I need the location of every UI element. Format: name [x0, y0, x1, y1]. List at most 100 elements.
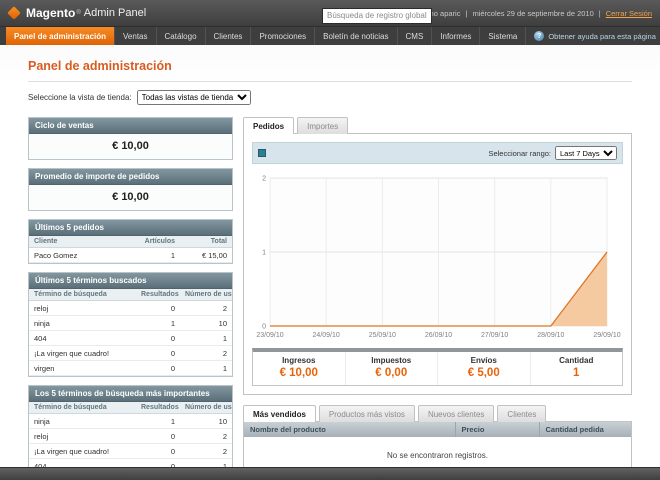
column-header: Artículos	[136, 236, 180, 248]
nav-item[interactable]: Clientes	[206, 27, 252, 45]
tab-label: Nuevos clientes	[427, 410, 485, 419]
nav-item-label: Panel de administración	[14, 31, 107, 41]
table-row[interactable]: Paco Gomez 1 € 15,00	[29, 247, 232, 263]
average-orders-value: € 10,00	[29, 185, 232, 210]
svg-text:29/09/10: 29/09/10	[593, 332, 620, 339]
panel-title: Promedio de importe de pedidos	[29, 169, 232, 185]
column-header: Total	[180, 236, 232, 248]
column-header: Resultados	[136, 289, 180, 301]
range-select[interactable]: Last 7 Days	[555, 146, 617, 160]
header-bar: Magento ® Admin Panel Accedió como apari…	[0, 0, 660, 27]
svg-text:25/09/10: 25/09/10	[369, 332, 396, 339]
stat-value: € 5,00	[467, 367, 500, 379]
stat-label: Impuestos	[371, 356, 412, 365]
dashboard-left-column: Ciclo de ventas € 10,00 Promedio de impo…	[28, 117, 233, 467]
average-orders-panel: Promedio de importe de pedidos € 10,00	[28, 168, 233, 211]
nav-item[interactable]: Ventas	[115, 27, 157, 45]
page-content: Panel de administración Seleccione la vi…	[0, 45, 660, 467]
table-header-row: Nombre del producto Precio Cantidad pedi…	[244, 422, 631, 437]
nav-item-label: CMS	[405, 31, 424, 41]
footer-bar	[0, 467, 660, 480]
nav-item[interactable]: Panel de administración	[6, 27, 116, 45]
nav-item[interactable]: Catálogo	[157, 27, 206, 45]
column-header: Número de usos	[180, 289, 232, 301]
svg-text:1: 1	[262, 250, 266, 257]
stat-value: 1	[573, 367, 580, 379]
store-view-label: Seleccione la vista de tienda:	[28, 93, 132, 102]
tab[interactable]: Pedidos	[243, 117, 295, 134]
nav-item[interactable]: Boletín de noticias	[315, 27, 398, 45]
chart-panel: Seleccionar rango: Last 7 Days 23/09/10 2…	[243, 133, 632, 395]
magento-admin-page: Magento ® Admin Panel Accedió como apari…	[0, 0, 660, 480]
logo-text: Magento	[26, 6, 76, 20]
tab[interactable]: Importes	[297, 117, 349, 134]
range-label: Seleccionar rango:	[488, 148, 551, 158]
tab[interactable]: Nuevos clientes	[417, 405, 495, 422]
last-orders-panel: Últimos 5 pedidos Cliente Artículos Tota…	[28, 219, 233, 264]
main-nav: Panel de administración Ventas Catálogo …	[0, 27, 660, 45]
column-header: Número de usos	[180, 402, 232, 414]
table-row[interactable]: reloj 0 2	[29, 300, 232, 316]
help-link-label: Obtener ayuda para esta página	[548, 31, 656, 41]
table-row[interactable]: 404 0 1	[29, 458, 232, 467]
stat-value: € 10,00	[279, 367, 318, 379]
stat-value: € 0,00	[375, 367, 408, 379]
svg-text:0: 0	[262, 324, 266, 331]
nav-item[interactable]: CMS	[398, 27, 433, 45]
nav-item[interactable]: Promociones	[251, 27, 316, 45]
svg-text:27/09/10: 27/09/10	[481, 332, 508, 339]
table-header-row: Término de búsqueda Resultados Número de…	[29, 289, 232, 301]
global-search	[322, 5, 432, 24]
column-header[interactable]: Precio	[455, 422, 540, 437]
store-view-select[interactable]: Todas las vistas de tienda	[136, 90, 251, 105]
table-header-row: Cliente Artículos Total	[29, 236, 232, 248]
tab[interactable]: Productos más vistos	[318, 405, 415, 422]
totals-bar: Ingresos € 10,00 Impuestos € 0,00 Envíos	[252, 348, 623, 386]
stat-block: Envíos € 5,00	[437, 352, 530, 385]
store-view-switcher: Seleccione la vista de tienda: Todas las…	[28, 90, 632, 105]
page-help-link[interactable]: ? Obtener ayuda para esta página	[526, 27, 660, 45]
chart-tabs: Pedidos Importes	[243, 117, 632, 134]
header-date-text: miércoles 29 de septiembre de 2010	[472, 8, 594, 18]
column-header: Término de búsqueda	[29, 289, 136, 301]
stat-block: Ingresos € 10,00	[253, 352, 345, 385]
global-search-input[interactable]	[322, 7, 432, 24]
column-header: Resultados	[136, 402, 180, 414]
empty-grid-message: No se encontraron registros.	[387, 451, 488, 460]
table-row[interactable]: 404 0 1	[29, 330, 232, 346]
grid-tabs: Más vendidos Productos más vistos Nuevos…	[243, 405, 632, 422]
svg-text:23/09/10: 23/09/10	[256, 332, 283, 339]
top-search-terms-table: Término de búsqueda Resultados Número de…	[29, 402, 232, 467]
stat-block: Impuestos € 0,00	[344, 352, 438, 385]
table-row[interactable]: ¡La virgen que cuadro! 0 2	[29, 443, 232, 459]
dashboard-right-column: Pedidos Importes Seleccionar rango: Last…	[243, 117, 632, 467]
tab-label: Importes	[307, 122, 339, 131]
column-header[interactable]: Cantidad pedida	[539, 422, 631, 437]
range-selector: Seleccionar rango: Last 7 Days	[488, 146, 617, 160]
lifetime-sales-panel: Ciclo de ventas € 10,00	[28, 117, 233, 160]
chart-range-bar: Seleccionar rango: Last 7 Days	[252, 142, 623, 164]
table-row[interactable]: ¡La virgen que cuadro! 0 2	[29, 345, 232, 361]
table-row[interactable]: reloj 0 2	[29, 428, 232, 444]
logout-link[interactable]: Cerrar Sesión	[606, 9, 652, 18]
nav-item[interactable]: Sistema	[480, 27, 527, 45]
table-row[interactable]: ninja 1 10	[29, 315, 232, 331]
page-title: Panel de administración	[28, 59, 172, 73]
column-header[interactable]: Nombre del producto	[244, 422, 456, 437]
stat-label: Cantidad	[559, 356, 594, 365]
tab[interactable]: Más vendidos	[243, 405, 316, 422]
panel-title: Últimos 5 pedidos	[29, 220, 232, 236]
tab-label: Pedidos	[253, 122, 285, 131]
tab[interactable]: Clientes	[497, 405, 547, 422]
nav-item-label: Sistema	[488, 31, 518, 41]
nav-item-label: Promociones	[259, 31, 307, 41]
svg-text:28/09/10: 28/09/10	[537, 332, 564, 339]
last-search-terms-panel: Últimos 5 términos buscados Término de b…	[28, 272, 233, 377]
nav-item[interactable]: Informes	[432, 27, 481, 45]
chart-legend-icon	[258, 149, 266, 157]
panel-title: Últimos 5 términos buscados	[29, 273, 232, 289]
products-grid-panel: Nombre del producto Precio Cantidad pedi…	[243, 421, 632, 467]
top-search-terms-panel: Los 5 términos de búsqueda más important…	[28, 385, 233, 467]
table-row[interactable]: ninja 1 10	[29, 413, 232, 429]
table-row[interactable]: virgen 0 1	[29, 360, 232, 376]
